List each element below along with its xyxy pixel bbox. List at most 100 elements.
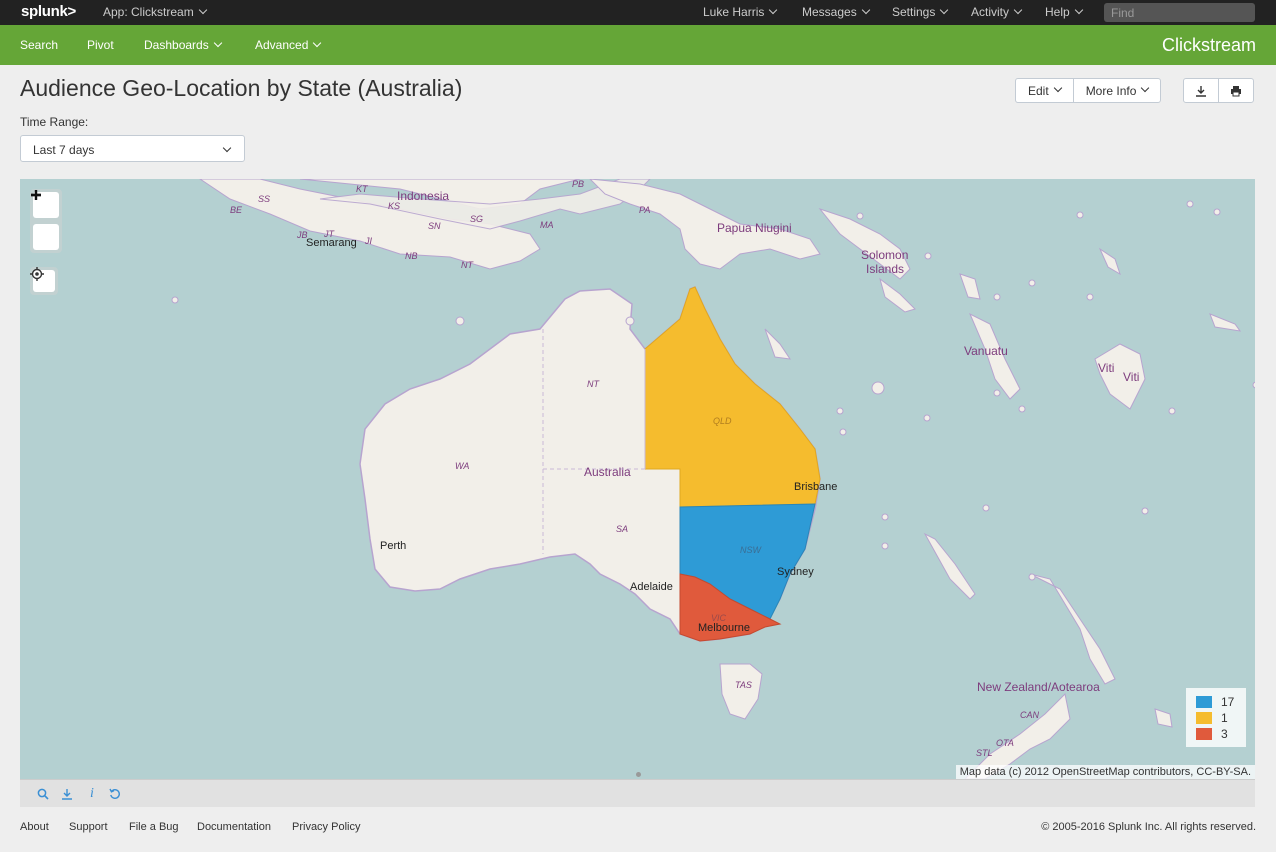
splunk-logo[interactable]: splunk> [21, 3, 76, 20]
map-legend: 17 1 3 [1186, 688, 1246, 747]
reset-view-button[interactable] [30, 267, 55, 292]
edit-button[interactable]: Edit [1016, 79, 1073, 102]
zoom-out-button[interactable] [31, 193, 59, 250]
map-label-tas: TAS [735, 680, 752, 690]
legend-swatch [1196, 712, 1212, 724]
map-label-ss: SS [258, 194, 271, 204]
chevron-down-icon [1141, 83, 1150, 92]
map-label-melbourne: Melbourne [698, 622, 750, 634]
map-label-qld: QLD [713, 416, 732, 426]
map-label-viti-1: Viti [1098, 361, 1115, 375]
footer-file-bug-link[interactable]: File a Bug [129, 821, 179, 833]
more-info-button-label: More Info [1085, 83, 1137, 98]
time-range-value: Last 7 days [33, 143, 95, 157]
time-range-label: Time Range: [20, 115, 89, 129]
map-label-brisbane: Brisbane [794, 481, 838, 493]
export-button[interactable] [1184, 79, 1218, 102]
map-label-stl: STL [976, 748, 993, 758]
nav-dashboards-label: Dashboards [144, 38, 209, 52]
user-menu[interactable]: Luke Harris [703, 5, 778, 19]
chevron-down-icon [1074, 5, 1083, 15]
edit-more-group: Edit More Info [1015, 78, 1162, 103]
open-search-button[interactable] [36, 787, 50, 801]
nav-advanced[interactable]: Advanced [255, 38, 322, 52]
map-label-indonesia: Indonesia [397, 189, 450, 203]
settings-menu-label: Settings [892, 5, 936, 19]
footer-about-link[interactable]: About [20, 821, 49, 833]
search-icon [37, 788, 49, 800]
map-label-ks: KS [388, 201, 401, 211]
map-label-nsw: NSW [740, 545, 761, 555]
map-label-sa: SA [616, 524, 629, 534]
app-nav-bar: Search Pivot Dashboards Advanced Clickst… [0, 25, 1276, 65]
map-label-ota: OTA [996, 738, 1014, 748]
choropleth-map[interactable]: Indonesia Semarang Papua Niugini Solomon… [20, 179, 1255, 779]
legend-item: 1 [1196, 710, 1236, 726]
map-label-solomon-1: Solomon [861, 248, 909, 262]
app-title: Clickstream [1161, 35, 1256, 55]
download-icon [1196, 85, 1206, 97]
legend-value: 3 [1221, 727, 1228, 741]
time-range-select[interactable]: Last 7 days [20, 135, 245, 162]
map-label-wa: WA [455, 461, 470, 471]
more-info-button[interactable]: More Info [1072, 79, 1161, 102]
map-label-pb: PB [572, 179, 585, 189]
panel-footer: i [20, 779, 1255, 807]
legend-item: 3 [1196, 726, 1236, 742]
legend-swatch [1196, 728, 1212, 740]
map-label-vic: VIC [711, 613, 727, 623]
map-label-perth: Perth [380, 540, 407, 552]
map-label-sydney: Sydney [777, 566, 814, 578]
map-label-solomon-2: Islands [866, 262, 905, 276]
print-icon [1231, 85, 1241, 96]
map-label-adelaide: Adelaide [630, 581, 673, 593]
footer-privacy-link[interactable]: Privacy Policy [292, 821, 360, 833]
top-bar: splunk> App: Clickstream Luke Harris Mes… [0, 0, 1276, 25]
chevron-down-icon [1013, 5, 1023, 15]
info-icon: i [90, 786, 94, 801]
download-icon [62, 789, 72, 800]
print-button[interactable] [1218, 79, 1253, 102]
help-menu[interactable]: Help [1045, 5, 1083, 19]
nav-search[interactable]: Search [20, 38, 58, 52]
map-label-ji: JI [365, 236, 373, 246]
app-menu[interactable]: App: Clickstream [103, 5, 207, 19]
locate-controls [30, 267, 58, 295]
legend-item: 17 [1196, 694, 1236, 710]
legend-value: 17 [1221, 695, 1235, 709]
map-label-papua: Papua Niugini [717, 221, 792, 235]
messages-menu[interactable]: Messages [802, 5, 870, 19]
app-menu-label: App: Clickstream [103, 5, 194, 19]
chevron-down-icon [213, 38, 222, 48]
dashboard-title: Audience Geo-Location by State (Australi… [20, 75, 463, 101]
legend-swatch [1196, 696, 1212, 708]
activity-menu-label: Activity [971, 5, 1010, 19]
edit-button-label: Edit [1028, 83, 1049, 98]
refresh-button[interactable] [108, 787, 122, 801]
export-results-button[interactable] [60, 787, 74, 801]
chevron-down-icon [769, 5, 778, 15]
help-menu-label: Help [1045, 5, 1070, 19]
map-drag-handle[interactable] [636, 772, 641, 777]
map-label-jb: JB [297, 230, 308, 240]
chevron-down-icon [222, 143, 232, 153]
footer-documentation-link[interactable]: Documentation [197, 821, 271, 833]
map-label-australia: Australia [584, 465, 631, 479]
map-attribution: Map data (c) 2012 OpenStreetMap contribu… [955, 765, 1255, 779]
settings-menu[interactable]: Settings [892, 5, 949, 19]
nav-advanced-label: Advanced [255, 38, 309, 52]
activity-menu[interactable]: Activity [971, 5, 1023, 19]
map-label-ma: MA [540, 220, 554, 230]
info-button[interactable]: i [85, 786, 99, 801]
map-label-viti-2: Viti [1123, 370, 1140, 384]
copyright-text: © 2005-2016 Splunk Inc. All rights reser… [1041, 821, 1256, 833]
chevron-down-icon [861, 5, 870, 15]
footer-support-link[interactable]: Support [69, 821, 108, 833]
nav-pivot[interactable]: Pivot [87, 38, 114, 52]
map-label-kt: KT [356, 184, 368, 194]
nav-dashboards[interactable]: Dashboards [144, 38, 222, 52]
find-input[interactable]: Find [1104, 3, 1255, 22]
crosshair-icon [30, 267, 44, 281]
map-label-can: CAN [1020, 710, 1040, 720]
map-label-nb: NB [405, 251, 418, 261]
